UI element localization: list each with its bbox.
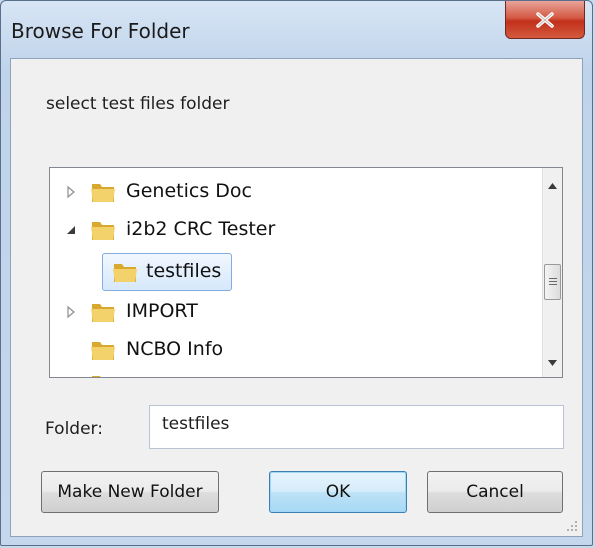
tree-item-genetics-doc[interactable]: Genetics Doc: [50, 176, 530, 208]
tree-item-label: testfiles: [146, 260, 222, 282]
tree-item-label: i2b2 CRC Tester: [126, 218, 276, 240]
tree-item-testfiles[interactable]: testfiles: [50, 256, 530, 288]
tree-item-import[interactable]: IMPORT: [50, 296, 530, 328]
folder-icon: [90, 180, 116, 204]
prompt-text: select test files folder: [46, 94, 230, 114]
tree-item-label: NCBO Info: [126, 338, 224, 360]
scroll-up-icon[interactable]: [543, 176, 562, 196]
tree-item-label: Genetics Doc: [126, 180, 252, 202]
collapse-arrow-icon[interactable]: [65, 224, 77, 236]
dialog-body: select test files folder Genetics Doc i2…: [10, 58, 583, 537]
folder-icon: [90, 300, 116, 324]
browse-folder-dialog: Browse For Folder select test files fold…: [0, 0, 593, 546]
scroll-down-icon[interactable]: [543, 353, 562, 373]
dialog-title: Browse For Folder: [11, 19, 190, 43]
folder-icon: [90, 338, 116, 362]
folder-icon: [90, 372, 116, 377]
scroll-thumb[interactable]: [544, 264, 561, 300]
cancel-button[interactable]: Cancel: [427, 471, 563, 513]
folder-tree[interactable]: Genetics Doc i2b2 CRC Tester testfiles I…: [49, 167, 563, 378]
make-new-folder-button[interactable]: Make New Folder: [41, 471, 219, 513]
expand-arrow-icon[interactable]: [65, 186, 77, 198]
folder-field-label: Folder:: [45, 419, 103, 439]
folder-name-input[interactable]: [149, 405, 564, 449]
close-button[interactable]: [505, 1, 585, 39]
tree-item-i2b2-crc-tester[interactable]: i2b2 CRC Tester: [50, 214, 530, 246]
folder-open-icon: [90, 218, 116, 242]
tree-item-ncbo-info[interactable]: NCBO Info: [50, 334, 530, 366]
folder-icon: [112, 260, 138, 284]
close-icon: [536, 11, 554, 28]
expand-arrow-icon[interactable]: [65, 306, 77, 318]
tree-item-label: IMPORT: [126, 300, 198, 322]
ok-button[interactable]: OK: [269, 471, 407, 513]
tree-scrollbar[interactable]: [542, 168, 562, 377]
resize-grip-icon[interactable]: [566, 520, 578, 532]
